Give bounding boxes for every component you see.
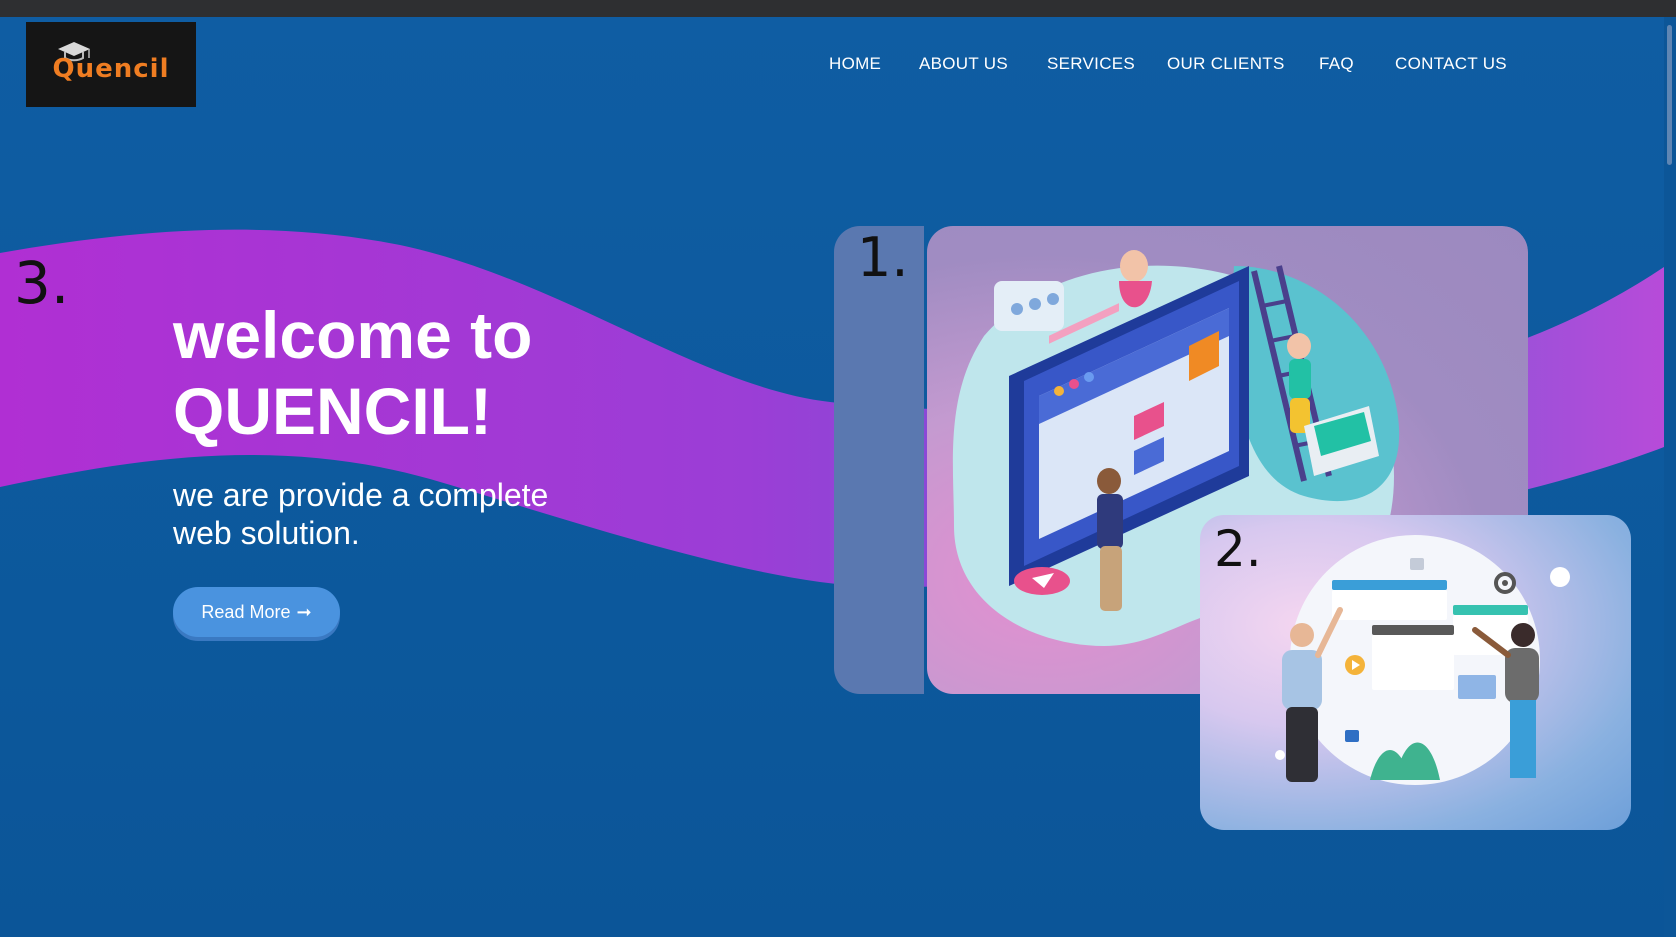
read-more-label: Read More bbox=[201, 601, 291, 622]
read-more-button[interactable]: Read More ➞ bbox=[173, 587, 340, 637]
nav-contact-us[interactable]: CONTACT US bbox=[1395, 54, 1507, 74]
scrollbar-thumb[interactable] bbox=[1667, 25, 1672, 165]
nav-home[interactable]: HOME bbox=[829, 54, 881, 74]
illustration-card-team-collaboration: 2. bbox=[1200, 515, 1631, 830]
team-collaboration-illustration bbox=[1275, 535, 1570, 785]
annotation-two: 2. bbox=[1214, 520, 1262, 578]
nav-faq[interactable]: FAQ bbox=[1319, 54, 1354, 74]
page-viewport: Quencil HOME ABOUT US SERVICES OUR CLIEN… bbox=[0, 17, 1664, 937]
hero-title-line-1: welcome to bbox=[173, 298, 533, 372]
annotation-one: 1. bbox=[857, 226, 909, 289]
browser-top-bar bbox=[0, 0, 1676, 17]
arrow-right-icon: ➞ bbox=[296, 601, 312, 622]
hero-subtitle-line-1: we are provide a complete bbox=[173, 477, 549, 513]
logo-wordmark: Quencil bbox=[52, 53, 170, 84]
nav-about-us[interactable]: ABOUT US bbox=[919, 54, 1008, 74]
nav-services[interactable]: SERVICES bbox=[1047, 54, 1135, 74]
hero-subtitle-line-2: web solution. bbox=[173, 515, 360, 551]
hero-title: welcome to QUENCIL! bbox=[173, 297, 773, 449]
nav-our-clients[interactable]: OUR CLIENTS bbox=[1167, 54, 1285, 74]
hero-title-line-2: QUENCIL! bbox=[173, 374, 492, 448]
annotation-three: 3. bbox=[14, 249, 70, 317]
hero-subtitle: we are provide a complete web solution. bbox=[173, 476, 613, 552]
site-logo[interactable]: Quencil bbox=[26, 22, 196, 107]
